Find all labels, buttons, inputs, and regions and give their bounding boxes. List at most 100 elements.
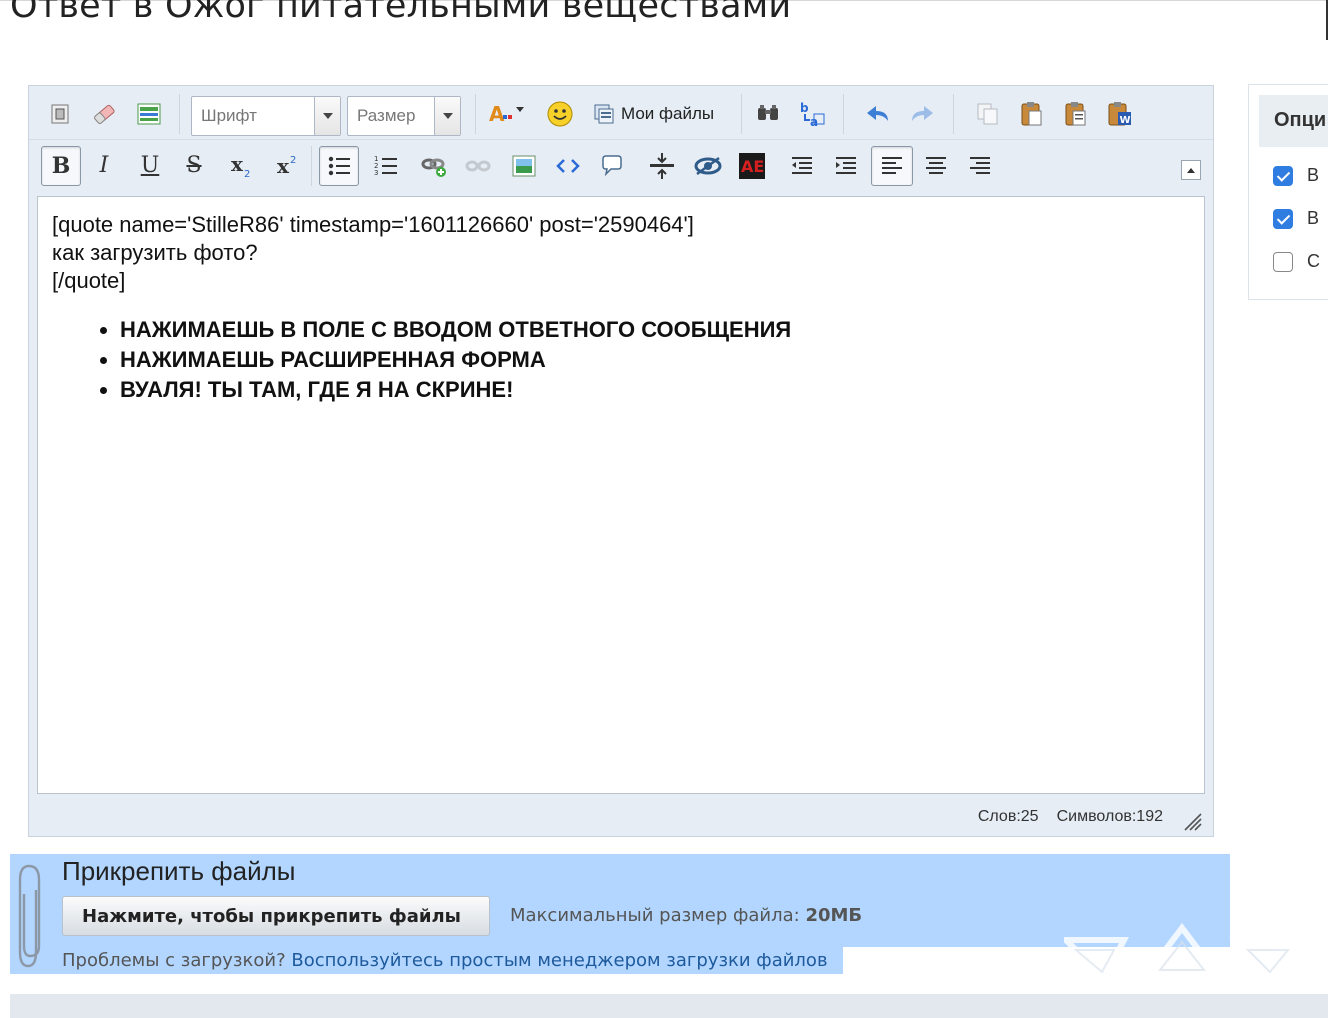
- char-count: Символов:192: [1056, 808, 1163, 825]
- toolbar-row-1: Шрифт Размер A Мои файлы ba W: [29, 88, 1213, 140]
- option-item[interactable]: С: [1273, 251, 1320, 272]
- chevron-down-icon[interactable]: [314, 97, 340, 135]
- svg-text:A: A: [489, 102, 505, 126]
- font-size-select[interactable]: Размер: [347, 96, 461, 136]
- option-item[interactable]: В: [1273, 208, 1319, 229]
- my-files-label: Мои файлы: [621, 104, 715, 123]
- attach-files-title: Прикрепить файлы: [62, 856, 296, 886]
- italic-icon: I: [99, 153, 109, 178]
- unlink-button[interactable]: [461, 149, 495, 183]
- bold-button[interactable]: B: [41, 146, 81, 186]
- align-center-button[interactable]: [919, 149, 953, 183]
- max-size-value: 20МБ: [805, 905, 863, 926]
- strikethrough-button[interactable]: S: [177, 149, 211, 183]
- link-button[interactable]: [417, 149, 451, 183]
- copy-icon[interactable]: [971, 97, 1005, 131]
- template-icon[interactable]: [132, 97, 166, 131]
- option-label: С: [1307, 251, 1320, 271]
- bottom-bar: [10, 994, 1328, 1018]
- font-color-icon[interactable]: A: [485, 97, 529, 131]
- subscript-icon: x2: [231, 153, 250, 179]
- list-item: НАЖИМАЕШЬ РАСШИРЕННАЯ ФОРМА: [120, 345, 1190, 375]
- attach-files-button[interactable]: Нажмите, чтобы прикрепить файлы: [62, 896, 490, 936]
- bulleted-list-button[interactable]: [319, 146, 359, 186]
- resize-grip-icon[interactable]: [1181, 810, 1203, 832]
- font-size-value: Размер: [357, 106, 416, 125]
- option-label: В: [1307, 165, 1320, 185]
- underline-button[interactable]: U: [133, 149, 167, 183]
- bold-icon: B: [51, 153, 71, 179]
- option-checkbox[interactable]: [1273, 165, 1293, 186]
- font-family-select[interactable]: Шрифт: [191, 96, 341, 136]
- code-button[interactable]: [551, 149, 585, 183]
- undo-icon[interactable]: [861, 97, 895, 131]
- flash-icon: AE: [739, 153, 765, 179]
- option-label: В: [1307, 208, 1320, 228]
- toolbar-separator: [741, 94, 742, 134]
- toolbar-separator: [475, 94, 476, 134]
- emoticon-icon[interactable]: [543, 97, 577, 131]
- numbered-list-icon: 123: [374, 155, 397, 177]
- quote-text: как загрузить фото?: [52, 240, 258, 265]
- numbered-list-button[interactable]: 123: [369, 149, 403, 183]
- paperclip-icon: [18, 864, 41, 968]
- list-item: НАЖИМАЕШЬ В ПОЛЕ С ВВОДОМ ОТВЕТНОГО СООБ…: [120, 315, 1190, 345]
- bulleted-list: НАЖИМАЕШЬ В ПОЛЕ С ВВОДОМ ОТВЕТНОГО СООБ…: [52, 315, 1190, 405]
- simple-uploader-link[interactable]: Воспользуйтесь простым менеджером загруз…: [291, 950, 827, 971]
- align-right-icon: [970, 157, 990, 174]
- bulleted-list-icon: [328, 156, 350, 176]
- upload-problems: Проблемы с загрузкой? Воспользуйтесь про…: [62, 950, 828, 971]
- upload-problems-text: Проблемы с загрузкой?: [62, 950, 286, 971]
- editor-textarea[interactable]: [quote name='StilleR86' timestamp='16011…: [37, 196, 1205, 794]
- max-size-label: Максимальный размер файла:: [510, 905, 800, 926]
- align-right-button[interactable]: [963, 149, 997, 183]
- svg-text:x: x: [277, 154, 290, 178]
- toolbar-row-2: B I U S x2 x2 123 AE: [29, 140, 1213, 192]
- watermark-logo-icon: [1064, 923, 1304, 984]
- option-item[interactable]: В: [1273, 165, 1319, 186]
- outdent-button[interactable]: [785, 149, 819, 183]
- indent-button[interactable]: [829, 149, 863, 183]
- options-title: Опци: [1259, 95, 1328, 147]
- subscript-button[interactable]: x2: [225, 149, 259, 183]
- editor-status-bar: Слов:25 Символов:192: [29, 798, 1213, 836]
- spoiler-button[interactable]: [691, 149, 725, 183]
- quote-close-tag: [/quote]: [52, 268, 126, 293]
- find-icon[interactable]: [751, 97, 785, 131]
- align-left-button[interactable]: [871, 146, 913, 186]
- indent-icon: [836, 157, 856, 174]
- horizontal-rule-icon: [650, 153, 674, 179]
- unlink-icon: [465, 160, 491, 172]
- list-item: ВУАЛЯ! ТЫ ТАМ, ГДЕ Я НА СКРИНЕ!: [120, 375, 1190, 405]
- svg-text:3: 3: [374, 169, 378, 177]
- paste-word-icon[interactable]: W: [1103, 97, 1137, 131]
- quote-icon: [602, 155, 622, 177]
- my-files-button[interactable]: Мои файлы: [589, 97, 729, 131]
- svg-text:x: x: [231, 153, 244, 176]
- chevron-down-icon[interactable]: [434, 97, 460, 135]
- underline-icon: U: [140, 153, 160, 178]
- align-center-icon: [926, 157, 946, 174]
- replace-icon[interactable]: ba: [795, 97, 829, 131]
- flash-button[interactable]: AE: [735, 149, 769, 183]
- option-checkbox[interactable]: [1273, 208, 1293, 229]
- superscript-button[interactable]: x2: [271, 149, 305, 183]
- paste-text-icon[interactable]: [1059, 97, 1093, 131]
- svg-text:2: 2: [244, 169, 250, 179]
- quote-button[interactable]: [595, 149, 629, 183]
- italic-button[interactable]: I: [87, 149, 121, 183]
- collapse-toolbar-button[interactable]: [1181, 160, 1201, 180]
- image-button[interactable]: [507, 149, 541, 183]
- quote-open-tag: [quote name='StilleR86' timestamp='16011…: [52, 212, 694, 237]
- page-title: Ответ в Ожог питательными веществами: [10, 0, 792, 26]
- option-checkbox[interactable]: [1273, 251, 1293, 272]
- align-left-icon: [882, 157, 902, 174]
- horizontal-rule-button[interactable]: [645, 149, 679, 183]
- redo-icon[interactable]: [905, 97, 939, 131]
- link-icon: [421, 158, 446, 177]
- source-icon[interactable]: [43, 97, 77, 131]
- eraser-icon[interactable]: [87, 97, 121, 131]
- paste-icon[interactable]: [1015, 97, 1049, 131]
- svg-text:W: W: [1120, 115, 1131, 126]
- svg-text:AE: AE: [741, 157, 764, 176]
